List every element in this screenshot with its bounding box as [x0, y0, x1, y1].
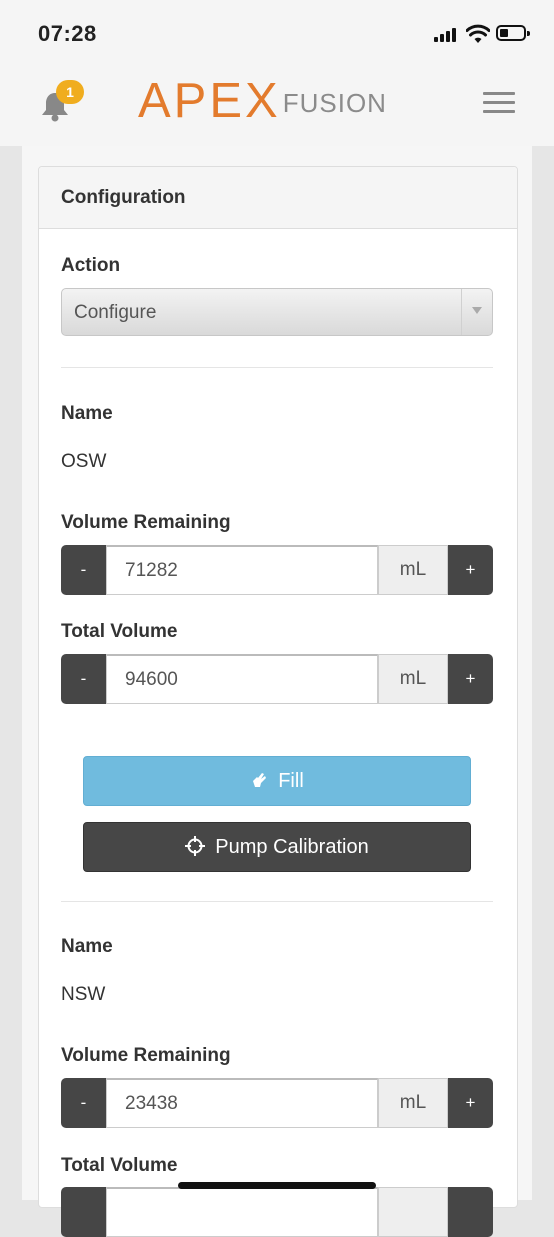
volume-remaining-stepper: - 71282 mL +	[61, 545, 493, 595]
decrement-button[interactable]: -	[61, 654, 106, 704]
unit-label: mL	[378, 1078, 448, 1128]
hamburger-menu-icon[interactable]	[483, 92, 515, 114]
apex-fusion-logo: APEX FUSION	[138, 76, 387, 126]
divider	[61, 901, 493, 902]
increment-button[interactable]: +	[448, 1078, 493, 1128]
chevron-down-icon	[461, 289, 492, 335]
home-indicator[interactable]	[178, 1182, 376, 1189]
total-volume-stepper	[61, 1187, 493, 1237]
pump-calibration-label: Pump Calibration	[215, 836, 369, 858]
status-bar: 07:28	[0, 0, 554, 66]
fill-button-label: Fill	[278, 770, 304, 792]
volume-remaining-label: Volume Remaining	[61, 512, 231, 533]
action-select[interactable]: Configure	[61, 288, 493, 336]
crosshairs-icon	[185, 835, 206, 856]
container-name: OSW	[61, 451, 107, 472]
container-name: NSW	[61, 984, 106, 1005]
divider	[61, 367, 493, 368]
volume-remaining-input[interactable]: 71282	[106, 545, 378, 595]
logo-apex: APEX	[138, 74, 281, 128]
decrement-button[interactable]	[61, 1187, 106, 1237]
total-volume-input[interactable]: 94600	[106, 654, 378, 704]
unit-label: mL	[378, 654, 448, 704]
unit-label: mL	[378, 545, 448, 595]
volume-remaining-stepper: - 23438 mL +	[61, 1078, 493, 1128]
volume-remaining-label: Volume Remaining	[61, 1045, 231, 1066]
increment-button[interactable]	[448, 1187, 493, 1237]
increment-button[interactable]: +	[448, 545, 493, 595]
name-label: Name	[61, 936, 113, 957]
volume-remaining-value: 23438	[125, 1093, 178, 1114]
hand-icon	[253, 772, 267, 787]
total-volume-label: Total Volume	[61, 1155, 178, 1176]
decrement-button[interactable]: -	[61, 1078, 106, 1128]
unit-label	[378, 1187, 448, 1237]
panel-title: Configuration	[61, 187, 186, 208]
volume-remaining-input[interactable]: 23438	[106, 1078, 378, 1128]
panel-header: Configuration	[39, 167, 517, 229]
battery-icon	[496, 25, 530, 41]
action-select-value: Configure	[74, 302, 157, 323]
total-volume-label: Total Volume	[61, 621, 178, 642]
total-volume-stepper: - 94600 mL +	[61, 654, 493, 704]
wifi-icon	[466, 24, 490, 43]
notification-badge[interactable]: 1	[56, 80, 84, 104]
decrement-button[interactable]: -	[61, 545, 106, 595]
volume-remaining-value: 71282	[125, 560, 178, 581]
increment-button[interactable]: +	[448, 654, 493, 704]
name-label: Name	[61, 403, 113, 424]
action-label: Action	[61, 255, 121, 276]
total-volume-value: 94600	[125, 669, 178, 690]
cellular-signal-icon	[434, 28, 460, 42]
fill-button[interactable]: Fill	[83, 756, 471, 806]
pump-calibration-button[interactable]: Pump Calibration	[83, 822, 471, 872]
total-volume-input[interactable]	[106, 1187, 378, 1237]
clock: 07:28	[38, 21, 97, 46]
logo-fusion: FUSION	[282, 88, 387, 118]
configuration-panel: Configuration Action Configure Name OSW …	[38, 166, 518, 1237]
